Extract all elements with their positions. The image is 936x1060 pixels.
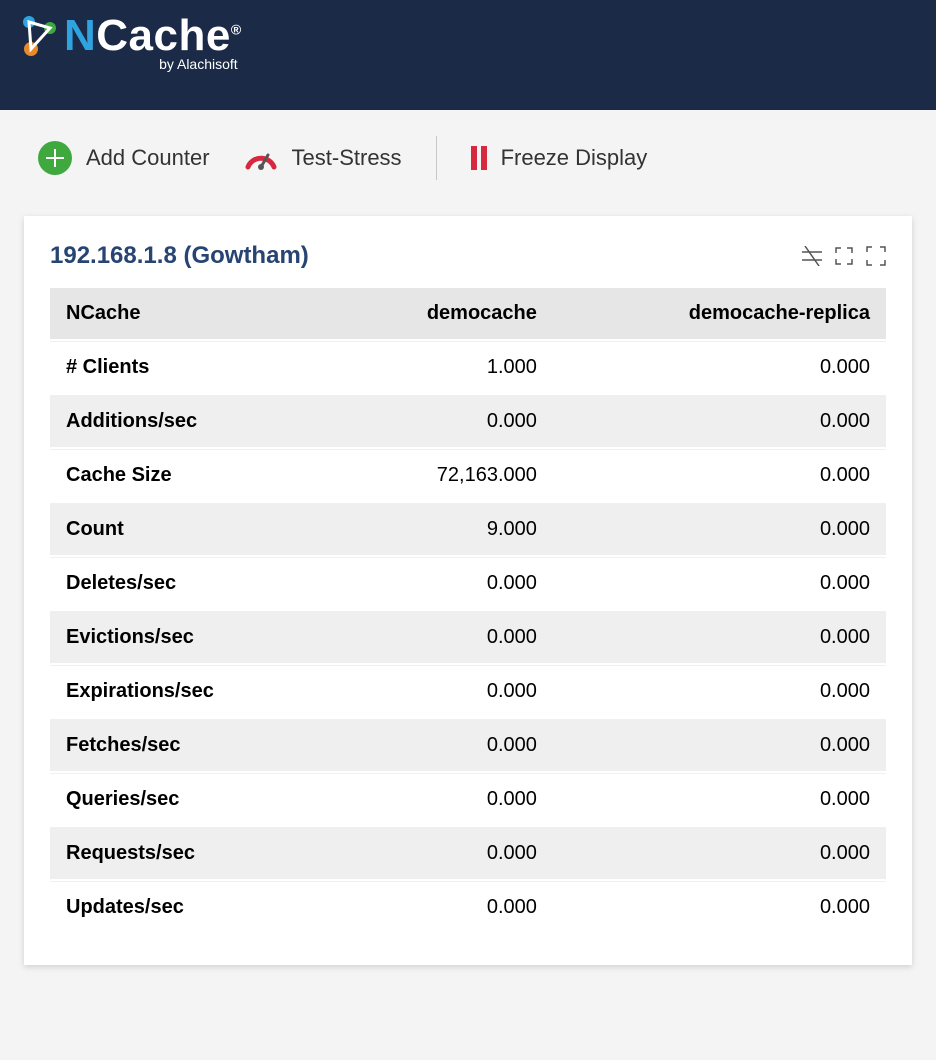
metric-value-col1: 0.000 xyxy=(331,395,553,447)
metric-label: Updates/sec xyxy=(50,881,331,933)
toolbar: Add Counter Test-Stress Freeze Display xyxy=(0,110,936,198)
metric-value-col2: 0.000 xyxy=(553,449,886,501)
metric-value-col1: 72,163.000 xyxy=(331,449,553,501)
metric-value-col2: 0.000 xyxy=(553,719,886,771)
table-row: Fetches/sec0.0000.000 xyxy=(50,719,886,771)
col-metric: NCache xyxy=(50,288,331,339)
metric-value-col1: 0.000 xyxy=(331,611,553,663)
test-stress-label: Test-Stress xyxy=(292,145,402,171)
metric-value-col2: 0.000 xyxy=(553,611,886,663)
app-logo: NCache® by Alachisoft xyxy=(20,14,916,72)
brand-name: NCache® xyxy=(64,14,242,58)
counter-panel: 192.168.1.8 (Gowtham) xyxy=(24,216,912,965)
col-democache: democache xyxy=(331,288,553,339)
freeze-display-label: Freeze Display xyxy=(501,145,648,171)
test-stress-button[interactable]: Test-Stress xyxy=(244,141,402,175)
metric-label: Requests/sec xyxy=(50,827,331,879)
metric-value-col1: 9.000 xyxy=(331,503,553,555)
table-row: # Clients1.0000.000 xyxy=(50,341,886,393)
metric-label: Queries/sec xyxy=(50,773,331,825)
metric-value-col1: 0.000 xyxy=(331,557,553,609)
table-row: Queries/sec0.0000.000 xyxy=(50,773,886,825)
expand-icon[interactable] xyxy=(834,246,854,266)
metric-value-col1: 0.000 xyxy=(331,665,553,717)
metric-value-col1: 0.000 xyxy=(331,827,553,879)
metric-value-col2: 0.000 xyxy=(553,395,886,447)
metric-label: Evictions/sec xyxy=(50,611,331,663)
panel-title: 192.168.1.8 (Gowtham) xyxy=(50,242,309,270)
metric-label: Expirations/sec xyxy=(50,665,331,717)
metric-label: Additions/sec xyxy=(50,395,331,447)
metric-value-col1: 0.000 xyxy=(331,719,553,771)
toggle-grid-icon[interactable] xyxy=(802,246,822,266)
table-row: Requests/sec0.0000.000 xyxy=(50,827,886,879)
metric-value-col2: 0.000 xyxy=(553,503,886,555)
table-header-row: NCache democache democache-replica xyxy=(50,288,886,339)
pause-icon xyxy=(471,146,487,170)
metric-value-col1: 1.000 xyxy=(331,341,553,393)
table-row: Expirations/sec0.0000.000 xyxy=(50,665,886,717)
table-row: Cache Size72,163.0000.000 xyxy=(50,449,886,501)
metric-value-col2: 0.000 xyxy=(553,557,886,609)
table-row: Count9.0000.000 xyxy=(50,503,886,555)
metric-value-col2: 0.000 xyxy=(553,665,886,717)
metric-value-col2: 0.000 xyxy=(553,881,886,933)
toolbar-divider xyxy=(436,136,437,180)
table-row: Updates/sec0.0000.000 xyxy=(50,881,886,933)
table-row: Additions/sec0.0000.000 xyxy=(50,395,886,447)
metric-label: # Clients xyxy=(50,341,331,393)
gauge-icon xyxy=(244,141,278,175)
fullscreen-icon[interactable] xyxy=(866,246,886,266)
add-counter-button[interactable]: Add Counter xyxy=(38,141,210,175)
plus-icon xyxy=(38,141,72,175)
metric-label: Cache Size xyxy=(50,449,331,501)
logo-icon xyxy=(20,14,58,63)
metric-label: Count xyxy=(50,503,331,555)
panel-header: 192.168.1.8 (Gowtham) xyxy=(50,242,886,270)
col-democache-replica: democache-replica xyxy=(553,288,886,339)
app-header: NCache® by Alachisoft xyxy=(0,0,936,110)
metric-label: Deletes/sec xyxy=(50,557,331,609)
counter-table: NCache democache democache-replica # Cli… xyxy=(50,286,886,935)
metric-label: Fetches/sec xyxy=(50,719,331,771)
metric-value-col2: 0.000 xyxy=(553,341,886,393)
metric-value-col1: 0.000 xyxy=(331,773,553,825)
metric-value-col1: 0.000 xyxy=(331,881,553,933)
brand-byline: by Alachisoft xyxy=(64,56,238,72)
metric-value-col2: 0.000 xyxy=(553,773,886,825)
freeze-display-button[interactable]: Freeze Display xyxy=(471,145,648,171)
table-row: Deletes/sec0.0000.000 xyxy=(50,557,886,609)
add-counter-label: Add Counter xyxy=(86,145,210,171)
table-row: Evictions/sec0.0000.000 xyxy=(50,611,886,663)
metric-value-col2: 0.000 xyxy=(553,827,886,879)
